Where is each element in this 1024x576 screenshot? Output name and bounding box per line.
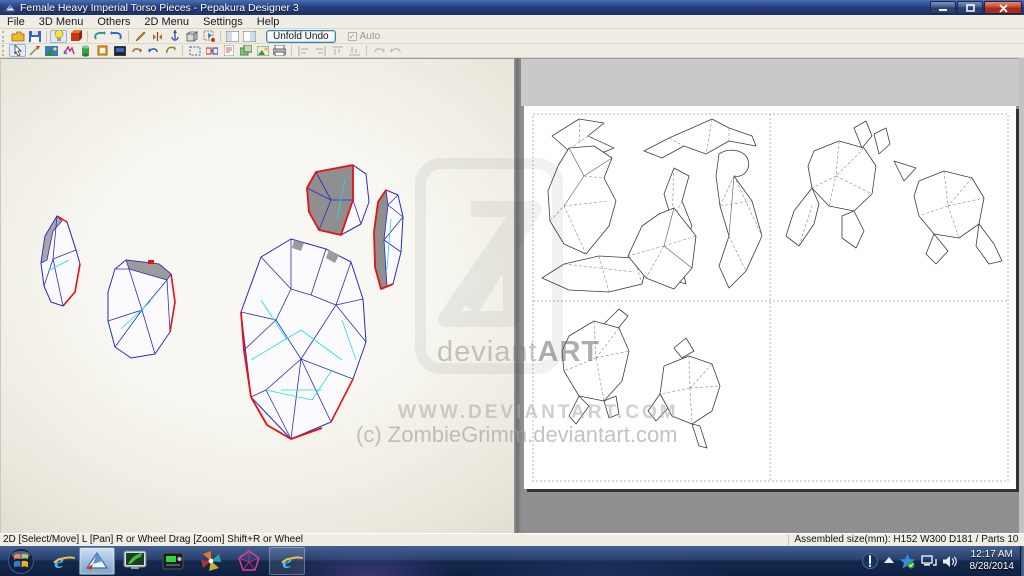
security-tray-icon[interactable] <box>899 553 915 569</box>
texture-image-icon[interactable] <box>43 44 60 57</box>
select-flag-icon[interactable] <box>200 30 217 43</box>
light-toggle-icon[interactable] <box>50 29 67 43</box>
minimize-button[interactable] <box>930 1 956 14</box>
taskbar-model-viewer[interactable] <box>231 547 267 575</box>
clock-time: 12:17 AM <box>970 549 1013 560</box>
part-note-icon[interactable] <box>220 44 237 57</box>
2d-viewport[interactable] <box>521 58 1024 533</box>
join-parts-icon[interactable] <box>203 44 220 57</box>
window-layout-left-icon[interactable] <box>224 30 241 43</box>
undo-icon[interactable] <box>91 30 108 43</box>
network-tray-icon[interactable] <box>920 554 937 568</box>
2d-toolbar <box>0 44 1024 58</box>
taskbar-photo-viewer[interactable] <box>193 547 229 575</box>
taskbar-clock[interactable]: 12:17 AM 8/28/2014 <box>964 549 1021 573</box>
rotate-reset-icon[interactable] <box>162 44 179 57</box>
window-layout-right-icon[interactable] <box>241 30 258 43</box>
menu-file[interactable]: File <box>0 15 32 29</box>
pattern-page2 <box>785 120 1003 265</box>
menu-3d[interactable]: 3D Menu <box>32 15 91 29</box>
pepakura-bird-icon <box>85 551 109 570</box>
start-button[interactable] <box>3 547 39 575</box>
pattern-page-sheet[interactable] <box>524 106 1016 489</box>
2d-scrollbar[interactable] <box>1019 58 1024 533</box>
2d-view-margin <box>521 58 1024 106</box>
print-icon[interactable] <box>271 44 288 57</box>
maximize-button[interactable] <box>957 1 983 14</box>
rotate-left-icon[interactable] <box>128 44 145 57</box>
rotate-right-icon[interactable] <box>145 44 162 57</box>
dark-screen-icon[interactable] <box>111 44 128 57</box>
show-desktop-button[interactable] <box>1020 546 1024 576</box>
loop-forward-icon <box>387 44 404 57</box>
menu-help[interactable]: Help <box>250 15 287 29</box>
3d-piece-mid-small <box>107 259 176 359</box>
toolbar-grip[interactable] <box>2 45 7 56</box>
solid-box-icon[interactable] <box>183 30 200 43</box>
marquee-icon[interactable] <box>186 44 203 57</box>
align-bottom-icon <box>346 44 363 57</box>
pattern-page1 <box>541 118 763 293</box>
align-right-icon <box>312 44 329 57</box>
auto-checkbox-box[interactable]: ✓ <box>347 31 357 41</box>
menu-others[interactable]: Others <box>90 15 137 29</box>
paint-colors-icon[interactable] <box>60 44 77 57</box>
redo-icon[interactable] <box>108 30 125 43</box>
texture-cube-icon[interactable] <box>67 30 84 43</box>
3d-viewport[interactable] <box>0 58 514 533</box>
select-move-icon[interactable] <box>9 44 26 57</box>
3d-piece-large-torso <box>240 238 367 440</box>
taskbar-internet-explorer-2[interactable]: e <box>269 547 305 575</box>
window-title: Female Heavy Imperial Torso Pieces - Pep… <box>20 1 299 14</box>
taskbar-fern-app[interactable] <box>117 547 153 575</box>
3d-piece-top-dark <box>306 164 370 236</box>
hidden-icons-button[interactable] <box>883 557 894 565</box>
pen-tablet-tray-icon[interactable] <box>861 553 878 569</box>
box-orange-icon[interactable] <box>94 44 111 57</box>
close-button[interactable] <box>984 1 1022 14</box>
status-bar: 2D [Select/Move] L [Pan] R or Wheel Drag… <box>0 533 1024 546</box>
save-icon[interactable] <box>26 30 43 43</box>
taskbar-media-device[interactable] <box>155 547 191 575</box>
menu-2d[interactable]: 2D Menu <box>137 15 196 29</box>
volume-tray-icon[interactable] <box>942 555 958 568</box>
menu-bar: File 3D Menu Others 2D Menu Settings Hel… <box>0 15 1024 29</box>
taskbar-pepakura-active[interactable] <box>79 547 115 575</box>
main-toolbar: Unfold Undo ✓ Auto <box>0 29 1024 44</box>
align-left-icon <box>295 44 312 57</box>
knife-icon[interactable] <box>26 44 43 57</box>
clock-date: 8/28/2014 <box>969 561 1015 572</box>
flip-piece-icon[interactable] <box>149 30 166 43</box>
3d-piece-left-small <box>40 215 81 307</box>
menu-settings[interactable]: Settings <box>196 15 250 29</box>
3d-piece-right-small <box>373 189 404 290</box>
auto-checkbox[interactable]: ✓ Auto <box>347 30 381 42</box>
pepakura-window: Female Heavy Imperial Torso Pieces - Pep… <box>0 0 1024 576</box>
cylinder-icon[interactable] <box>77 44 94 57</box>
status-hint-text: 2D [Select/Move] L [Pan] R or Wheel Drag… <box>0 534 789 546</box>
export-image-icon[interactable] <box>254 44 271 57</box>
pattern-page3 <box>561 308 721 449</box>
loop-back-icon <box>370 44 387 57</box>
unfold-undo-button[interactable]: Unfold Undo <box>266 29 336 43</box>
edit-pen-icon[interactable] <box>132 30 149 43</box>
taskbar-internet-explorer[interactable]: e <box>41 547 77 575</box>
open-file-icon[interactable] <box>9 30 26 43</box>
status-assembled-size: Assembled size(mm): H152 W300 D181 / Par… <box>794 534 1019 545</box>
toolbar-grip[interactable] <box>2 30 7 42</box>
windows-taskbar: e e 12:17 AM 8/28/2014 <box>0 546 1024 576</box>
panel-splitter[interactable] <box>514 58 521 533</box>
title-bar[interactable]: Female Heavy Imperial Torso Pieces - Pep… <box>0 0 1024 15</box>
align-top-icon <box>329 44 346 57</box>
layers-icon[interactable] <box>237 44 254 57</box>
app-icon <box>4 3 16 12</box>
auto-checkbox-label: Auto <box>359 30 381 42</box>
move-anchor-icon[interactable] <box>166 30 183 43</box>
